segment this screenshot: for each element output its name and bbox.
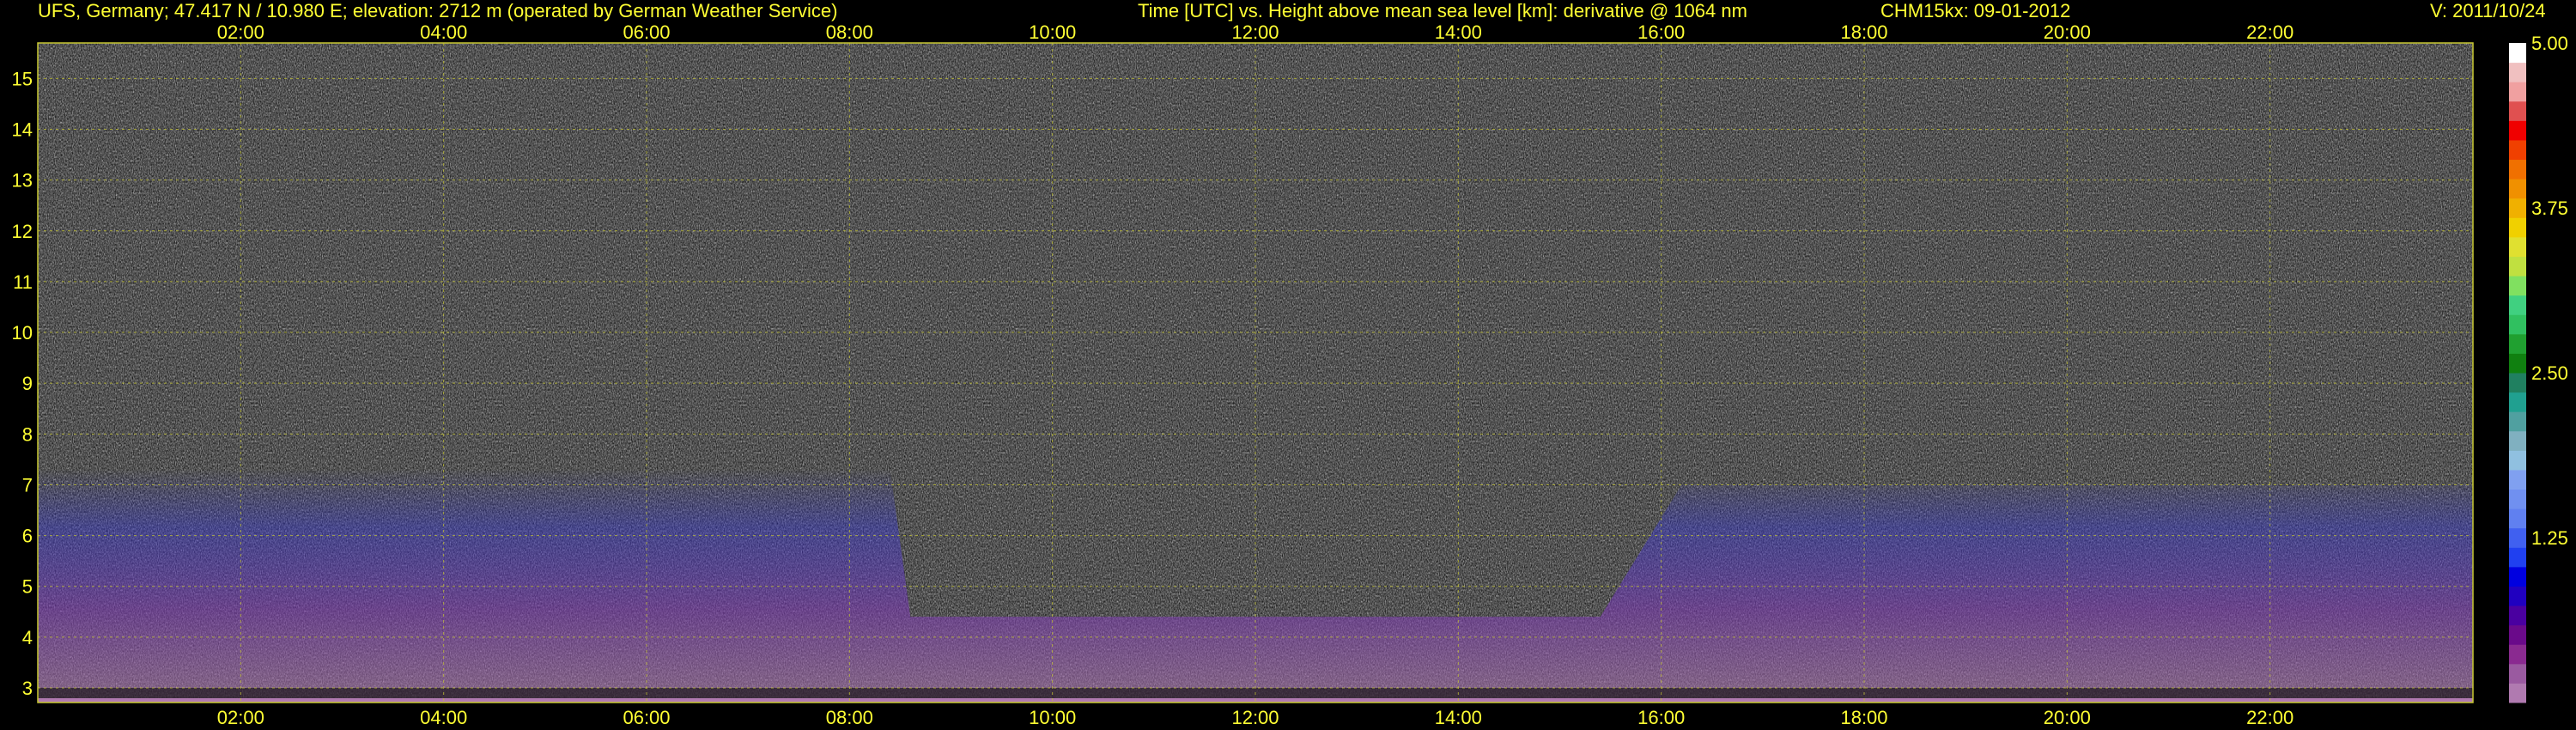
colorbar-swatch — [2509, 605, 2526, 626]
colorbar-swatch — [2509, 430, 2526, 451]
ceilometer-chart: 02:00 02:00 04:00 04:00 06:00 06:00 08:00 08:00… — [12, 21, 2568, 728]
x-tick-label-bottom: 16:00 — [1637, 707, 1685, 728]
x-tick-label-top: 04:00 — [420, 21, 467, 43]
colorbar-swatch — [2509, 295, 2526, 315]
colorbar-swatch — [2509, 333, 2526, 354]
colorbar-swatch — [2509, 411, 2526, 432]
colorbar-swatch — [2509, 82, 2526, 102]
colorbar: 5.00 3.75 2.50 1.25 — [2509, 33, 2568, 703]
colorbar-swatch — [2509, 236, 2526, 257]
y-tick-label: 3 — [22, 678, 33, 699]
y-tick-label: 6 — [22, 526, 33, 547]
colorbar-swatch — [2509, 566, 2526, 587]
colorbar-tick-label: 2.50 — [2531, 362, 2568, 384]
x-tick-label-bottom: 14:00 — [1435, 707, 1482, 728]
colorbar-swatch — [2509, 276, 2526, 296]
y-tick-label: 11 — [13, 271, 33, 293]
colorbar-swatch — [2509, 663, 2526, 684]
y-tick-label: 14 — [12, 119, 33, 141]
x-tick-label-bottom: 20:00 — [2044, 707, 2091, 728]
colorbar-swatch — [2509, 547, 2526, 568]
y-tick-label: 9 — [22, 373, 33, 394]
colorbar-swatch — [2509, 489, 2526, 509]
y-tick-label: 12 — [12, 221, 33, 242]
colorbar-swatch — [2509, 100, 2526, 121]
y-tick-label: 5 — [22, 576, 33, 598]
colorbar-swatch — [2509, 256, 2526, 277]
x-tick-label-top: 02:00 — [217, 21, 264, 43]
y-tick-label: 8 — [22, 423, 33, 445]
colorbar-swatch — [2509, 139, 2526, 161]
y-tick-label: 10 — [12, 322, 33, 344]
colorbar-tick-label: 5.00 — [2531, 33, 2568, 54]
colorbar-swatch — [2509, 43, 2526, 64]
colorbar-swatch — [2509, 179, 2526, 199]
x-tick-label-bottom: 06:00 — [623, 707, 670, 728]
colorbar-swatch — [2509, 353, 2526, 374]
colorbar-swatch — [2509, 508, 2526, 529]
x-tick-label-bottom: 12:00 — [1231, 707, 1279, 728]
colorbar-swatch — [2509, 683, 2526, 703]
x-tick-label-bottom: 02:00 — [217, 707, 264, 728]
x-tick-label-bottom: 04:00 — [420, 707, 467, 728]
colorbar-swatch — [2509, 159, 2526, 179]
y-tick-label: 15 — [12, 68, 33, 89]
colorbar-swatch — [2509, 527, 2526, 548]
x-tick-label-top: 20:00 — [2044, 21, 2091, 43]
colorbar-swatch — [2509, 373, 2526, 393]
x-tick-label-top: 22:00 — [2246, 21, 2293, 43]
y-tick-label: 7 — [22, 474, 33, 496]
colorbar-tick-label: 1.25 — [2531, 527, 2568, 549]
x-tick-label-top: 14:00 — [1435, 21, 1482, 43]
x-tick-label-bottom: 08:00 — [826, 707, 873, 728]
colorbar-swatch — [2509, 217, 2526, 238]
x-tick-label-bottom: 18:00 — [1840, 707, 1887, 728]
colorbar-swatch — [2509, 392, 2526, 412]
x-tick-label-top: 08:00 — [826, 21, 873, 43]
colorbar-swatch — [2509, 586, 2526, 606]
y-tick-label: 13 — [12, 170, 33, 192]
x-tick-label-top: 12:00 — [1231, 21, 1279, 43]
colorbar-swatch — [2509, 624, 2526, 645]
colorbar-swatch — [2509, 644, 2526, 665]
x-tick-label-top: 10:00 — [1029, 21, 1076, 43]
colorbar-swatch — [2509, 314, 2526, 335]
colorbar-swatch — [2509, 198, 2526, 218]
x-tick-label-top: 18:00 — [1840, 21, 1887, 43]
x-tick-label-top: 06:00 — [623, 21, 670, 43]
y-tick-label: 4 — [22, 627, 33, 648]
colorbar-swatch — [2509, 62, 2526, 82]
colorbar-tick-label: 3.75 — [2531, 198, 2568, 219]
x-tick-label-bottom: 10:00 — [1029, 707, 1076, 728]
colorbar-swatch — [2509, 120, 2526, 141]
x-tick-label-bottom: 22:00 — [2246, 707, 2293, 728]
colorbar-swatch — [2509, 469, 2526, 490]
x-tick-label-top: 16:00 — [1637, 21, 1685, 43]
colorbar-swatch — [2509, 450, 2526, 471]
